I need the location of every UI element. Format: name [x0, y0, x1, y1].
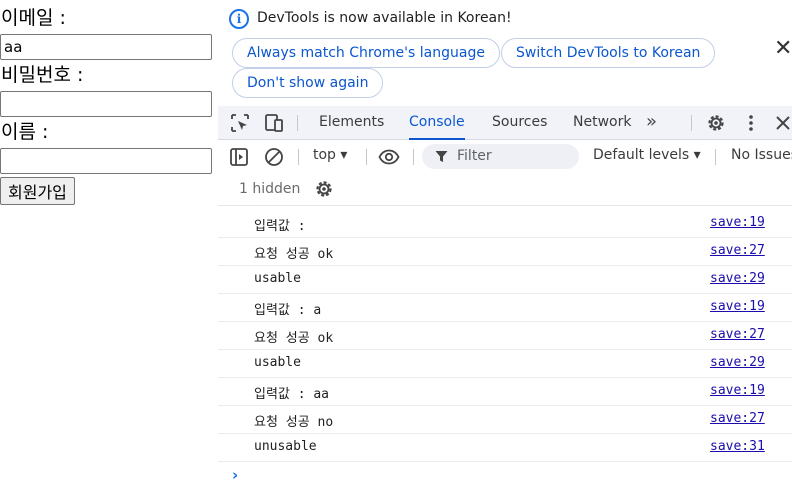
console-settings-gear-icon[interactable] — [313, 178, 335, 200]
settings-gear-icon[interactable] — [705, 112, 727, 134]
console-message-text: usable — [254, 355, 301, 370]
source-link[interactable]: save:29 — [710, 355, 765, 370]
source-link[interactable]: save:31 — [710, 439, 765, 454]
filter-placeholder: Filter — [457, 148, 492, 164]
toolbar-divider — [413, 149, 414, 165]
console-message: unusable save:31 — [218, 434, 792, 462]
devtools-panel: i DevTools is now available in Korean! A… — [218, 0, 792, 502]
sidebar-toggle-icon[interactable] — [228, 146, 250, 168]
close-devtools-icon[interactable] — [772, 112, 792, 134]
console-message: 입력값 : aa save:19 — [218, 378, 792, 406]
toolbar-divider — [298, 149, 299, 165]
console-message-text: unusable — [254, 439, 317, 454]
console-toolbar: top ▾ Filter Default levels ▾ No Issues — [218, 140, 792, 174]
devtools-tab-bar: Elements Console Sources Network » — [218, 106, 792, 140]
console-message-text: 요청 성공 ok — [254, 331, 334, 346]
toolbar-divider — [366, 149, 367, 165]
console-message-text: 입력값 : a — [254, 303, 322, 318]
tab-elements[interactable]: Elements — [319, 106, 384, 140]
signup-button[interactable]: 회원가입 — [0, 177, 75, 205]
console-message-text: 요청 성공 no — [254, 415, 334, 430]
console-log: 입력값 : save:19 요청 성공 ok save:27 usable sa… — [218, 210, 792, 462]
source-link[interactable]: save:29 — [710, 271, 765, 286]
console-message: usable save:29 — [218, 350, 792, 378]
console-message: 입력값 : a save:19 — [218, 294, 792, 322]
email-label: 이메일 : — [1, 7, 66, 29]
toolbar-divider — [715, 149, 716, 165]
name-input[interactable] — [0, 148, 212, 174]
clear-console-icon[interactable] — [263, 146, 285, 168]
kebab-menu-icon[interactable] — [740, 112, 762, 134]
more-tabs-chevron-icon[interactable]: » — [646, 106, 657, 140]
log-levels-dropdown[interactable]: Default levels ▾ — [593, 147, 701, 163]
console-message: usable save:29 — [218, 266, 792, 294]
device-toolbar-icon[interactable] — [263, 112, 285, 134]
language-infobar: i DevTools is now available in Korean! A… — [218, 0, 792, 106]
console-message: 요청 성공 ok save:27 — [218, 238, 792, 266]
email-input[interactable] — [0, 34, 212, 60]
name-label: 이름 : — [1, 121, 49, 143]
console-prompt-chevron-icon[interactable]: › — [232, 466, 238, 484]
infobar-message: DevTools is now available in Korean! — [257, 10, 512, 26]
hidden-count: 1 hidden — [239, 181, 301, 197]
source-link[interactable]: save:27 — [710, 243, 765, 258]
toolbar-divider — [691, 115, 692, 131]
source-link[interactable]: save:19 — [710, 299, 765, 314]
tab-network[interactable]: Network — [573, 106, 631, 140]
web-page: 이메일 : 비밀번호 : 이름 : 회원가입 — [0, 0, 218, 502]
console-message-text: 입력값 : aa — [254, 387, 330, 402]
info-icon: i — [229, 9, 249, 29]
filter-funnel-icon — [435, 151, 448, 162]
hidden-messages-bar: 1 hidden — [218, 174, 792, 206]
filter-input[interactable]: Filter — [422, 144, 579, 169]
close-icon[interactable]: ✕ — [774, 38, 792, 60]
console-message-text: 요청 성공 ok — [254, 247, 334, 262]
tab-console[interactable]: Console — [409, 106, 465, 140]
password-label: 비밀번호 : — [1, 64, 84, 86]
switch-to-korean-button[interactable]: Switch DevTools to Korean — [501, 38, 716, 68]
tab-sources[interactable]: Sources — [492, 106, 547, 140]
console-message: 요청 성공 no save:27 — [218, 406, 792, 434]
source-link[interactable]: save:27 — [710, 327, 765, 342]
dont-show-again-button[interactable]: Don't show again — [232, 68, 384, 98]
console-message-text: 입력값 : — [254, 219, 306, 234]
console-message: 요청 성공 ok save:27 — [218, 322, 792, 350]
console-message: 입력값 : save:19 — [218, 210, 792, 238]
toolbar-divider — [297, 115, 298, 131]
inspect-element-icon[interactable] — [229, 112, 251, 134]
context-selector[interactable]: top ▾ — [313, 147, 347, 163]
password-input[interactable] — [0, 91, 212, 117]
eye-icon[interactable] — [378, 146, 400, 168]
source-link[interactable]: save:27 — [710, 411, 765, 426]
issues-counter[interactable]: No Issues — [731, 147, 792, 163]
console-message-text: usable — [254, 271, 301, 286]
always-match-language-button[interactable]: Always match Chrome's language — [232, 38, 500, 68]
source-link[interactable]: save:19 — [710, 215, 765, 230]
source-link[interactable]: save:19 — [710, 383, 765, 398]
